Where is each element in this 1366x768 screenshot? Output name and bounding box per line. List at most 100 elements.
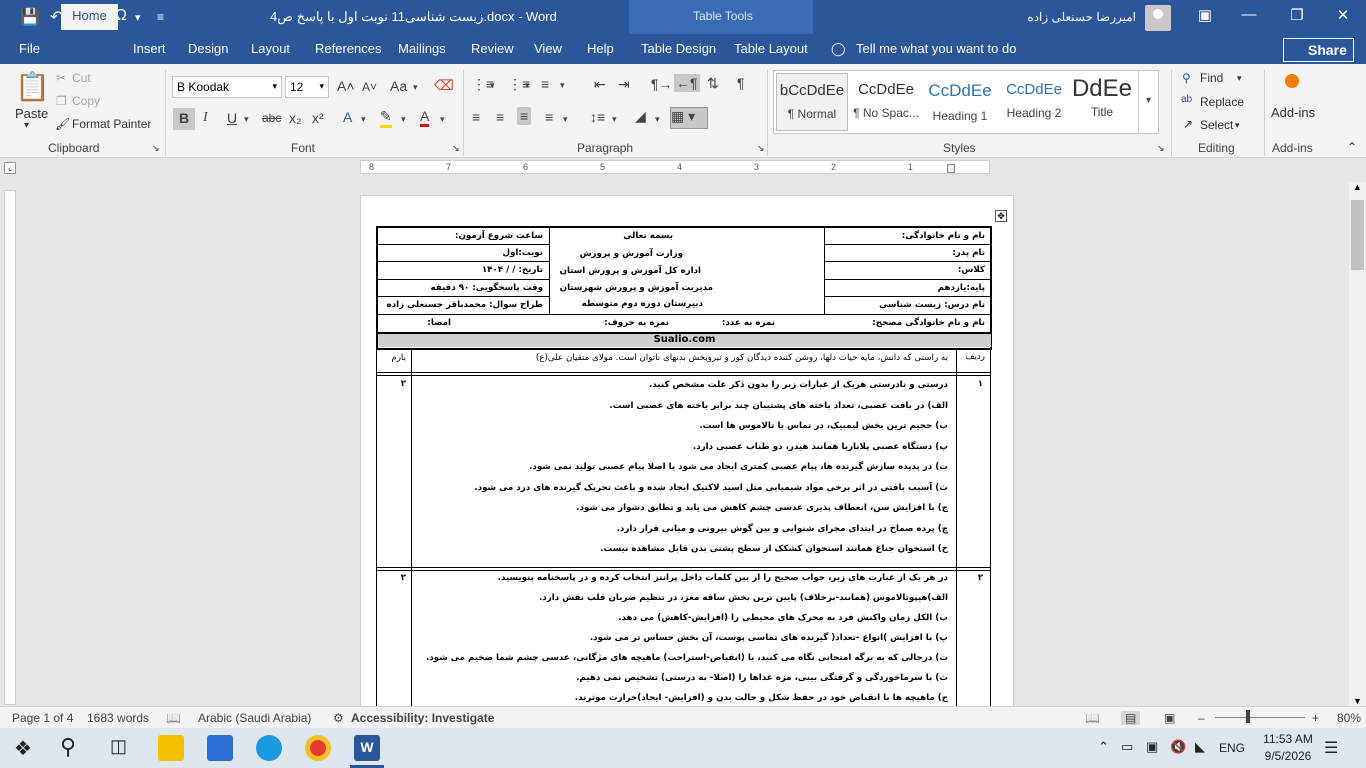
paste-icon[interactable]: 📋 xyxy=(15,70,50,103)
document-page[interactable]: ✥ نام و نام خانوادگی: نام پدر: کلاس: پای… xyxy=(360,195,1014,707)
zoom-in-icon[interactable]: + xyxy=(1312,711,1319,725)
multilevel-list-icon[interactable]: ≡ xyxy=(541,76,549,92)
collapse-ribbon-icon[interactable]: ⌃ xyxy=(1347,140,1357,154)
change-case-dropdown-icon[interactable]: ▾ xyxy=(413,82,418,93)
shading-dropdown-icon[interactable]: ▾ xyxy=(655,114,660,125)
justify-icon[interactable]: ≡ xyxy=(545,109,553,125)
text-effects-icon[interactable]: A xyxy=(343,109,352,125)
scroll-down-icon[interactable]: ▼ xyxy=(1353,696,1362,706)
copy-button[interactable]: Copy xyxy=(72,94,100,108)
format-painter-button[interactable]: Format Painter xyxy=(72,117,151,131)
maximize-icon[interactable]: ❐ xyxy=(1274,6,1320,24)
file-explorer-icon[interactable] xyxy=(158,735,184,761)
style-heading-1[interactable]: CcDdEe Heading 1 xyxy=(924,73,996,131)
network-icon[interactable]: ◣ xyxy=(1195,739,1205,755)
close-icon[interactable]: ✕ xyxy=(1320,6,1366,24)
clear-formatting-icon[interactable]: ⌫ xyxy=(434,77,454,94)
paste-button[interactable]: Paste xyxy=(15,106,48,121)
minimize-icon[interactable]: — xyxy=(1226,6,1272,23)
horizontal-ruler[interactable]: 8 7 6 5 4 3 2 1 xyxy=(360,160,990,174)
store-icon[interactable] xyxy=(207,735,233,761)
italic-icon[interactable]: I xyxy=(203,110,208,126)
tab-table-design[interactable]: Table Design xyxy=(641,41,716,56)
web-layout-icon[interactable]: ▣ xyxy=(1164,711,1175,725)
zoom-out-icon[interactable]: – xyxy=(1198,711,1205,725)
paragraph-launcher-icon[interactable]: ↘ xyxy=(757,143,765,154)
vertical-ruler[interactable] xyxy=(4,190,16,705)
tab-home[interactable]: Home xyxy=(61,4,118,30)
line-spacing-dropdown-icon[interactable]: ▾ xyxy=(612,114,617,125)
find-dropdown-icon[interactable]: ▾ xyxy=(1237,73,1242,84)
select-button[interactable]: Select xyxy=(1200,118,1233,132)
word-icon[interactable]: W xyxy=(354,735,380,761)
print-layout-icon[interactable]: ▤ xyxy=(1121,711,1141,725)
tab-layout[interactable]: Layout xyxy=(251,41,290,56)
text-effects-dropdown-icon[interactable]: ▾ xyxy=(361,114,366,125)
search-icon[interactable]: ⚲ xyxy=(60,734,76,760)
symbol-dropdown-icon[interactable]: ▾ xyxy=(135,11,141,24)
style-no-spacing[interactable]: CcDdEe ¶ No Spac... xyxy=(850,73,922,131)
shading-icon[interactable]: ◢ xyxy=(635,108,646,125)
page-count[interactable]: Page 1 of 4 xyxy=(12,711,73,725)
show-marks-icon[interactable]: ¶ xyxy=(737,75,745,91)
edge-icon[interactable] xyxy=(256,735,282,761)
line-spacing-icon[interactable]: ↕≡ xyxy=(590,109,605,125)
format-painter-icon[interactable]: 🖌 xyxy=(55,117,70,131)
tab-review[interactable]: Review xyxy=(471,41,514,56)
rtl-direction-icon[interactable]: ←¶ xyxy=(674,74,700,92)
camera-icon[interactable]: ▣ xyxy=(1146,739,1158,755)
scrollbar-thumb[interactable] xyxy=(1351,200,1364,270)
font-launcher-icon[interactable]: ↘ xyxy=(452,143,460,154)
highlight-icon[interactable]: ✎ xyxy=(380,108,392,128)
ltr-direction-icon[interactable]: ¶→ xyxy=(651,76,673,92)
addins-button[interactable]: Add-ins xyxy=(1271,105,1315,120)
scroll-up-icon[interactable]: ▲ xyxy=(1353,182,1362,192)
multilevel-dropdown-icon[interactable]: ▾ xyxy=(560,80,565,91)
style-normal[interactable]: bCcDdEe ¶ Normal xyxy=(776,73,848,131)
tab-file[interactable]: File xyxy=(19,41,40,56)
font-size-combo[interactable]: 12 ▾ xyxy=(285,76,329,98)
bold-icon[interactable]: B xyxy=(173,108,195,130)
zoom-slider-thumb[interactable] xyxy=(1246,710,1250,723)
zoom-slider[interactable] xyxy=(1215,717,1305,718)
save-icon[interactable]: 💾 xyxy=(20,7,40,27)
grow-font-icon[interactable]: A˄ xyxy=(337,78,355,94)
clipboard-launcher-icon[interactable]: ↘ xyxy=(152,143,160,154)
underline-icon[interactable]: U xyxy=(227,110,237,126)
tab-design[interactable]: Design xyxy=(188,41,228,56)
borders-icon[interactable]: ▦ ▾ xyxy=(670,107,708,129)
align-center-icon[interactable]: ≡ xyxy=(496,109,504,125)
style-heading-2[interactable]: CcDdEe Heading 2 xyxy=(998,73,1070,131)
align-left-icon[interactable]: ≡ xyxy=(472,109,480,125)
cut-icon[interactable]: ✂ xyxy=(56,71,66,85)
align-right-icon[interactable]: ≡ xyxy=(517,107,532,125)
strikethrough-icon[interactable]: abc xyxy=(262,111,281,125)
tab-references[interactable]: References xyxy=(315,41,381,56)
read-mode-icon[interactable]: 📖 xyxy=(1085,711,1100,725)
replace-icon[interactable]: ab xyxy=(1181,94,1192,105)
language-indicator[interactable]: Arabic (Saudi Arabia) xyxy=(198,711,311,725)
task-view-icon[interactable]: ◫ xyxy=(110,736,127,757)
superscript-icon[interactable]: x² xyxy=(312,110,324,126)
select-dropdown-icon[interactable]: ▾ xyxy=(1235,120,1240,131)
volume-muted-icon[interactable]: 🔇 xyxy=(1170,739,1186,755)
find-icon[interactable]: ⚲ xyxy=(1182,71,1191,85)
subscript-icon[interactable]: x₂ xyxy=(289,110,301,126)
tab-help[interactable]: Help xyxy=(587,41,614,56)
user-avatar[interactable] xyxy=(1145,5,1171,31)
battery-icon[interactable]: ▭ xyxy=(1121,739,1133,755)
decrease-indent-icon[interactable]: ⇤ xyxy=(594,76,606,93)
windows-start-icon[interactable]: ❖ xyxy=(14,736,32,761)
share-button[interactable]: Share xyxy=(1283,38,1354,62)
style-title[interactable]: DdEe Title xyxy=(1066,73,1138,131)
paste-dropdown-icon[interactable]: ▾ xyxy=(24,120,29,131)
copy-icon[interactable]: ❐ xyxy=(56,94,67,108)
font-color-dropdown-icon[interactable]: ▾ xyxy=(440,114,445,125)
word-count[interactable]: 1683 words xyxy=(87,711,149,725)
addins-icon[interactable] xyxy=(1285,74,1299,88)
ribbon-display-icon[interactable]: ▣ xyxy=(1182,6,1228,24)
replace-button[interactable]: Replace xyxy=(1200,95,1244,109)
underline-dropdown-icon[interactable]: ▾ xyxy=(244,114,249,125)
numbering-dropdown-icon[interactable]: ▾ xyxy=(525,80,530,91)
tab-mailings[interactable]: Mailings xyxy=(398,41,446,56)
